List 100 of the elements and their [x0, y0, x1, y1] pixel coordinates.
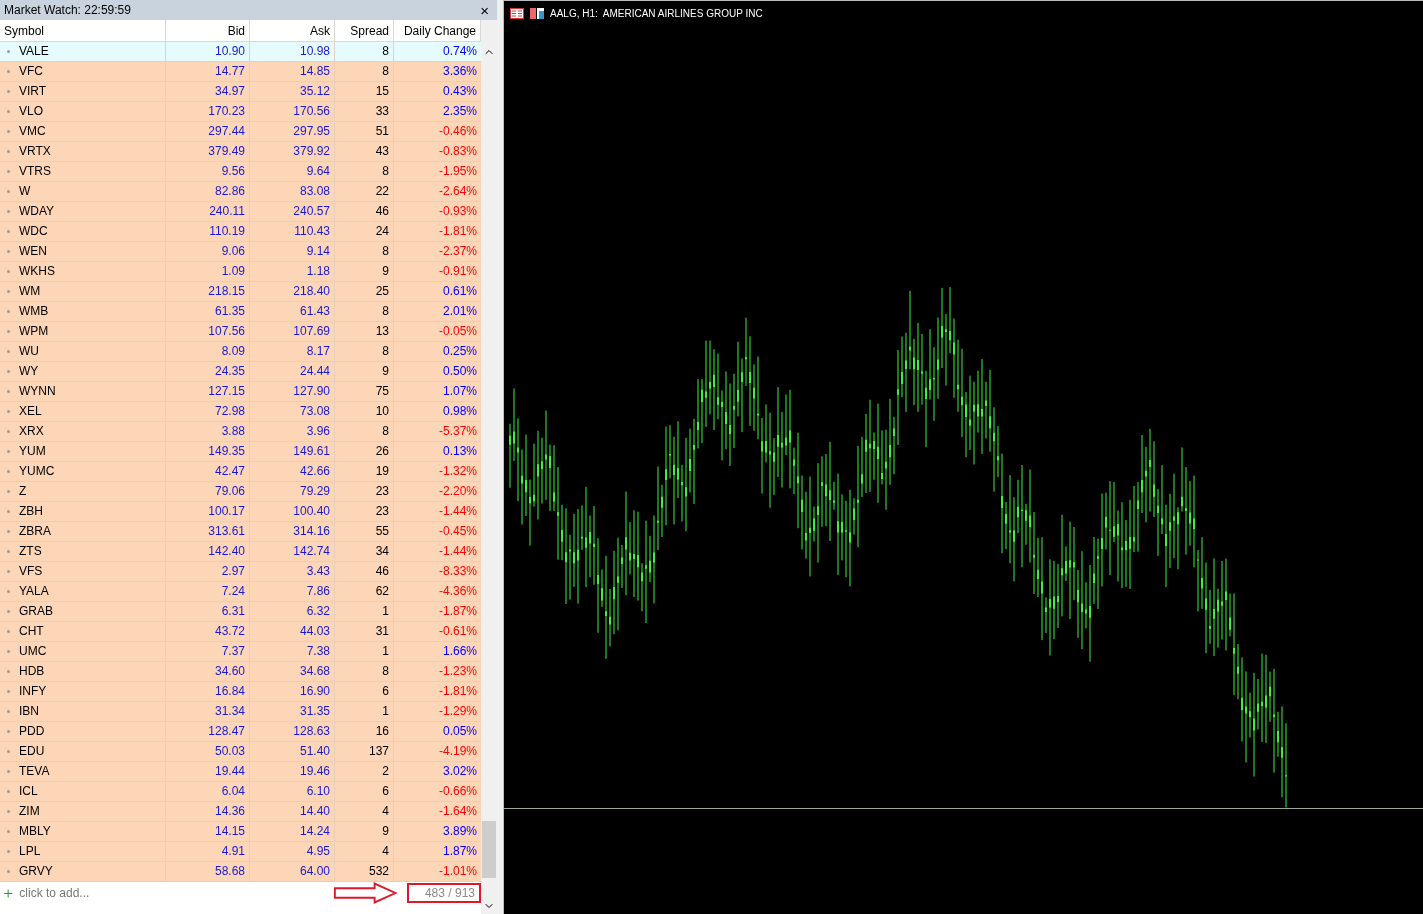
scrollbar-thumb[interactable]	[482, 821, 496, 878]
table-cell: 3.88	[166, 422, 250, 441]
table-cell: 1	[335, 602, 394, 621]
add-symbol-field[interactable]: click to add...	[19, 884, 209, 902]
table-cell: 31.35	[250, 702, 335, 721]
table-cell: 6.04	[166, 782, 250, 801]
table-cell: 107.69	[250, 322, 335, 341]
table-cell: 10	[335, 402, 394, 421]
table-cell: 23	[335, 502, 394, 521]
table-cell: 15	[335, 82, 394, 101]
table-row[interactable]: ICL 6.04 6.10 6 -0.66%	[0, 782, 481, 802]
table-row[interactable]: LPL 4.91 4.95 4 1.87%	[0, 842, 481, 862]
table-cell: 9.56	[166, 162, 250, 181]
table-row[interactable]: VLO 170.23 170.56 33 2.35%	[0, 102, 481, 122]
table-row[interactable]: YALA 7.24 7.86 62 -4.36%	[0, 582, 481, 602]
close-button[interactable]: ×	[476, 2, 493, 18]
table-row[interactable]: WEN 9.06 9.14 8 -2.37%	[0, 242, 481, 262]
table-row[interactable]: UMC 7.37 7.38 1 1.66%	[0, 642, 481, 662]
column-header[interactable]: Spread	[335, 20, 394, 41]
table-cell: 218.40	[250, 282, 335, 301]
column-header[interactable]: Ask	[250, 20, 335, 41]
table-row[interactable]: PDD 128.47 128.63 16 0.05%	[0, 722, 481, 742]
table-cell: 61.43	[250, 302, 335, 321]
table-cell: 73.08	[250, 402, 335, 421]
table-cell: 7.38	[250, 642, 335, 661]
scrollbar[interactable]	[481, 20, 497, 914]
table-cell: 8	[335, 662, 394, 681]
table-row[interactable]: CHT 43.72 44.03 31 -0.61%	[0, 622, 481, 642]
table-cell-text: ZIM	[19, 803, 40, 820]
table-row[interactable]: WDC 110.19 110.43 24 -1.81%	[0, 222, 481, 242]
column-header[interactable]: Bid	[166, 20, 250, 41]
table-cell: 14.36	[166, 802, 250, 821]
table-row[interactable]: YUM 149.35 149.61 26 0.13%	[0, 442, 481, 462]
table-row[interactable]: TEVA 19.44 19.46 2 3.02%	[0, 762, 481, 782]
table-cell-text: -4.36%	[437, 583, 478, 600]
table-row[interactable]: VMC 297.44 297.95 51 -0.46%	[0, 122, 481, 142]
table-cell: 31.34	[166, 702, 250, 721]
table-cell: 100.17	[166, 502, 250, 521]
table-row[interactable]: W 82.86 83.08 22 -2.64%	[0, 182, 481, 202]
table-row[interactable]: WU 8.09 8.17 8 0.25%	[0, 342, 481, 362]
table-cell-text: -0.66%	[437, 783, 478, 800]
table-cell: 34.60	[166, 662, 250, 681]
table-row[interactable]: GRAB 6.31 6.32 1 -1.87%	[0, 602, 481, 622]
table-row[interactable]: WPM 107.56 107.69 13 -0.05%	[0, 322, 481, 342]
table-row[interactable]: WYNN 127.15 127.90 75 1.07%	[0, 382, 481, 402]
column-header[interactable]: Symbol	[0, 20, 166, 41]
table-cell: 379.92	[250, 142, 335, 161]
table-cell: 9	[335, 362, 394, 381]
table-row[interactable]: HDB 34.60 34.68 8 -1.23%	[0, 662, 481, 682]
table-row[interactable]: XRX 3.88 3.96 8 -5.37%	[0, 422, 481, 442]
table-row[interactable]: ZIM 14.36 14.40 4 -1.64%	[0, 802, 481, 822]
table-row[interactable]: WMB 61.35 61.43 8 2.01%	[0, 302, 481, 322]
table-row[interactable]: VTRS 9.56 9.64 8 -1.95%	[0, 162, 481, 182]
table-row[interactable]: WDAY 240.11 240.57 46 -0.93%	[0, 202, 481, 222]
table-cell-text: -0.93%	[437, 203, 478, 220]
table-cell: 14.15	[166, 822, 250, 841]
table-row[interactable]: WM 218.15 218.40 25 0.61%	[0, 282, 481, 302]
table-cell: 51.40	[250, 742, 335, 761]
table-row[interactable]: EDU 50.03 51.40 137 -4.19%	[0, 742, 481, 762]
table-cell: 55	[335, 522, 394, 541]
table-row[interactable]: WY 24.35 24.44 9 0.50%	[0, 362, 481, 382]
table-cell: 218.15	[166, 282, 250, 301]
table-row[interactable]: ZBH 100.17 100.40 23 -1.44%	[0, 502, 481, 522]
table-cell-text: VRTX	[19, 143, 51, 160]
table-cell-text: 0.98%	[441, 403, 478, 420]
table-cell-text: GRVY	[19, 863, 53, 880]
table-cell: 13	[335, 322, 394, 341]
table-row[interactable]: Z 79.06 79.29 23 -2.20%	[0, 482, 481, 502]
table-row[interactable]: ZBRA 313.61 314.16 55 -0.45%	[0, 522, 481, 542]
table-row[interactable]: XEL 72.98 73.08 10 0.98%	[0, 402, 481, 422]
template-icon	[530, 7, 544, 19]
table-row[interactable]: IBN 31.34 31.35 1 -1.29%	[0, 702, 481, 722]
table-cell: 8	[335, 42, 394, 61]
table-cell-text: GRAB	[19, 603, 53, 620]
table-row[interactable]: WKHS 1.09 1.18 9 -0.91%	[0, 262, 481, 282]
table-cell: 46	[335, 562, 394, 581]
table-cell-text: -0.46%	[437, 123, 478, 140]
table-row[interactable]: VALE 10.90 10.98 8 0.74%	[0, 42, 481, 62]
table-row[interactable]: ZTS 142.40 142.74 34 -1.44%	[0, 542, 481, 562]
table-row[interactable]: VFS 2.97 3.43 46 -8.33%	[0, 562, 481, 582]
table-row[interactable]: INFY 16.84 16.90 6 -1.81%	[0, 682, 481, 702]
table-cell: 6	[335, 682, 394, 701]
table-cell-text: VALE	[19, 43, 49, 60]
table-row[interactable]: YUMC 42.47 42.66 19 -1.32%	[0, 462, 481, 482]
table-cell: 9	[335, 822, 394, 841]
table-row[interactable]: GRVY 58.68 64.00 532 -1.01%	[0, 862, 481, 882]
table-row[interactable]: VRTX 379.49 379.92 43 -0.83%	[0, 142, 481, 162]
table-cell-text: WYNN	[19, 383, 56, 400]
table-cell: 64.00	[250, 862, 335, 881]
table-row[interactable]: MBLY 14.15 14.24 9 3.89%	[0, 822, 481, 842]
table-cell: 19	[335, 462, 394, 481]
table-cell: 2.97	[166, 562, 250, 581]
table-row[interactable]: VFC 14.77 14.85 8 3.36%	[0, 62, 481, 82]
table-cell: 51	[335, 122, 394, 141]
table-cell: 8	[335, 162, 394, 181]
table-cell: 14.40	[250, 802, 335, 821]
table-cell-text: 1.07%	[441, 383, 478, 400]
table-row[interactable]: VIRT 34.97 35.12 15 0.43%	[0, 82, 481, 102]
table-cell: 2	[335, 762, 394, 781]
table-cell-text: -0.91%	[437, 263, 478, 280]
